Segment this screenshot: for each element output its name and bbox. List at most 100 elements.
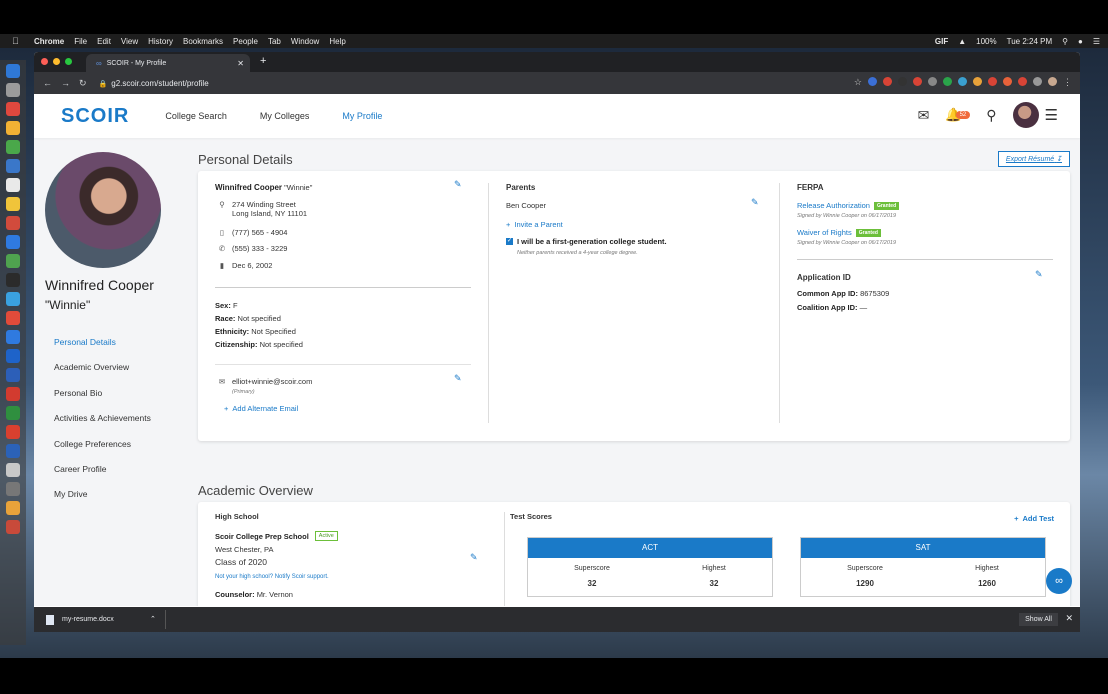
dock-app-icon[interactable] bbox=[6, 159, 20, 173]
dock-app-icon[interactable] bbox=[6, 121, 20, 135]
sidebar-item-activities[interactable]: Activities & Achievements bbox=[54, 413, 151, 438]
extension-icon[interactable] bbox=[958, 77, 967, 86]
edit-contact-icon[interactable]: ✎ bbox=[454, 179, 462, 190]
forward-icon[interactable]: → bbox=[61, 78, 70, 88]
dock-app-icon[interactable] bbox=[6, 387, 20, 401]
dock-app-icon[interactable] bbox=[6, 178, 20, 192]
menu-tab[interactable]: Tab bbox=[268, 37, 281, 46]
sidebar-item-personal-details[interactable]: Personal Details bbox=[54, 337, 151, 362]
extension-icon[interactable] bbox=[943, 77, 952, 86]
edit-email-icon[interactable]: ✎ bbox=[454, 373, 462, 384]
menu-help[interactable]: Help bbox=[329, 37, 345, 46]
notifications[interactable]: 🔔52 bbox=[945, 106, 971, 124]
dock-app-icon[interactable] bbox=[6, 64, 20, 78]
apple-icon[interactable]:  bbox=[12, 36, 24, 46]
dock-app-icon[interactable] bbox=[6, 292, 20, 306]
dock-app-icon[interactable] bbox=[6, 463, 20, 477]
download-item[interactable]: my-resume.docx bbox=[46, 607, 114, 632]
act-score-card[interactable]: ACT Superscore 32 Highest 32 bbox=[527, 537, 773, 597]
menu-edit[interactable]: Edit bbox=[97, 37, 111, 46]
sidebar-item-my-drive[interactable]: My Drive bbox=[54, 489, 151, 514]
menu-window[interactable]: Window bbox=[291, 37, 319, 46]
sidebar-item-college-preferences[interactable]: College Preferences bbox=[54, 439, 151, 464]
menu-view[interactable]: View bbox=[121, 37, 138, 46]
close-tab-icon[interactable]: ✕ bbox=[237, 59, 244, 68]
waiver-of-rights-link[interactable]: Waiver of Rights bbox=[797, 228, 852, 237]
export-resume-button[interactable]: Export Résumé ↧ bbox=[997, 151, 1070, 167]
siri-icon[interactable]: ● bbox=[1078, 37, 1083, 46]
nav-college-search[interactable]: College Search bbox=[165, 111, 227, 121]
wifi-icon[interactable]: ▲ bbox=[958, 37, 966, 46]
nav-my-profile[interactable]: My Profile bbox=[342, 111, 382, 121]
notify-support-link[interactable]: Not your high school? Notify Scoir suppo… bbox=[215, 574, 329, 580]
chrome-menu-icon[interactable]: ⋮ bbox=[1063, 77, 1072, 87]
menu-bookmarks[interactable]: Bookmarks bbox=[183, 37, 223, 46]
add-alternate-email-link[interactable]: + Add Alternate Email bbox=[224, 404, 298, 413]
sidebar-item-academic-overview[interactable]: Academic Overview bbox=[54, 362, 151, 387]
dock-app-icon[interactable] bbox=[6, 520, 20, 534]
extension-icon[interactable] bbox=[988, 77, 997, 86]
edit-parent-icon[interactable]: ✎ bbox=[751, 197, 759, 208]
edit-application-id-icon[interactable]: ✎ bbox=[1035, 269, 1043, 280]
zoom-window-button[interactable] bbox=[65, 58, 72, 65]
extension-icon[interactable] bbox=[1018, 77, 1027, 86]
nav-my-colleges[interactable]: My Colleges bbox=[260, 111, 310, 121]
battery-text[interactable]: 100% bbox=[976, 37, 996, 46]
extension-icon[interactable] bbox=[973, 77, 982, 86]
chat-icon[interactable]: ∞ bbox=[1046, 568, 1072, 594]
dock-app-icon[interactable] bbox=[6, 425, 20, 439]
extension-icon[interactable] bbox=[928, 77, 937, 86]
extension-icon[interactable] bbox=[913, 77, 922, 86]
dock-app-icon[interactable] bbox=[6, 197, 20, 211]
add-test-button[interactable]: + Add Test bbox=[1014, 514, 1054, 523]
close-icon[interactable]: ✕ bbox=[1065, 613, 1073, 624]
dock-app-icon[interactable] bbox=[6, 406, 20, 420]
menu-history[interactable]: History bbox=[148, 37, 173, 46]
invite-parent-link[interactable]: + Invite a Parent bbox=[506, 220, 563, 229]
profile-avatar-icon[interactable] bbox=[1048, 77, 1057, 86]
profile-photo[interactable] bbox=[45, 152, 161, 268]
new-tab-button[interactable]: + bbox=[260, 55, 266, 67]
dock-app-icon[interactable] bbox=[6, 368, 20, 382]
browser-tab[interactable]: ∞ SCOIR - My Profile ✕ bbox=[86, 54, 250, 72]
dock-app-icon[interactable] bbox=[6, 216, 20, 230]
clock[interactable]: Tue 2:24 PM bbox=[1007, 37, 1053, 46]
bookmark-star-icon[interactable]: ☆ bbox=[854, 77, 862, 87]
dock-app-icon[interactable] bbox=[6, 330, 20, 344]
dock-app-icon[interactable] bbox=[6, 254, 20, 268]
extension-icon[interactable] bbox=[883, 77, 892, 86]
close-window-button[interactable] bbox=[41, 58, 48, 65]
url-field[interactable]: 🔒 g2.scoir.com/student/profile bbox=[99, 79, 209, 88]
back-icon[interactable]: ← bbox=[43, 78, 52, 88]
sidebar-item-personal-bio[interactable]: Personal Bio bbox=[54, 388, 151, 413]
dock-app-icon[interactable] bbox=[6, 482, 20, 496]
show-all-button[interactable]: Show All bbox=[1019, 613, 1058, 626]
dock-app-icon[interactable] bbox=[6, 349, 20, 363]
sidebar-item-career-profile[interactable]: Career Profile bbox=[54, 464, 151, 489]
release-authorization-link[interactable]: Release Authorization bbox=[797, 201, 870, 210]
scoir-logo[interactable]: SCOIR bbox=[61, 105, 129, 128]
extension-icon[interactable] bbox=[898, 77, 907, 86]
extension-icon[interactable] bbox=[1003, 77, 1012, 86]
menu-people[interactable]: People bbox=[233, 37, 258, 46]
messages-icon[interactable]: ✉ bbox=[918, 107, 930, 124]
dock-app-icon[interactable] bbox=[6, 311, 20, 325]
notification-center-icon[interactable]: ☰ bbox=[1093, 37, 1100, 46]
dock-app-icon[interactable] bbox=[6, 501, 20, 515]
menu-file[interactable]: File bbox=[74, 37, 87, 46]
sat-score-card[interactable]: SAT Superscore 1290 Highest 1260 bbox=[800, 537, 1046, 597]
dock-app-icon[interactable] bbox=[6, 444, 20, 458]
edit-high-school-icon[interactable]: ✎ bbox=[470, 552, 478, 563]
dock-app-icon[interactable] bbox=[6, 102, 20, 116]
dock-app-icon[interactable] bbox=[6, 235, 20, 249]
hamburger-menu-icon[interactable]: ☰ bbox=[1045, 106, 1058, 124]
chevron-up-icon[interactable]: ⌃ bbox=[150, 615, 156, 623]
reload-icon[interactable]: ↻ bbox=[79, 78, 87, 89]
menu-app-name[interactable]: Chrome bbox=[34, 37, 64, 46]
spotlight-icon[interactable]: ⚲ bbox=[1062, 37, 1068, 46]
extension-icon[interactable] bbox=[1033, 77, 1042, 86]
extension-icon[interactable] bbox=[868, 77, 877, 86]
first-gen-checkbox[interactable]: ✓ bbox=[506, 238, 513, 245]
dock-app-icon[interactable] bbox=[6, 83, 20, 97]
gif-indicator[interactable]: GIF bbox=[935, 37, 948, 46]
